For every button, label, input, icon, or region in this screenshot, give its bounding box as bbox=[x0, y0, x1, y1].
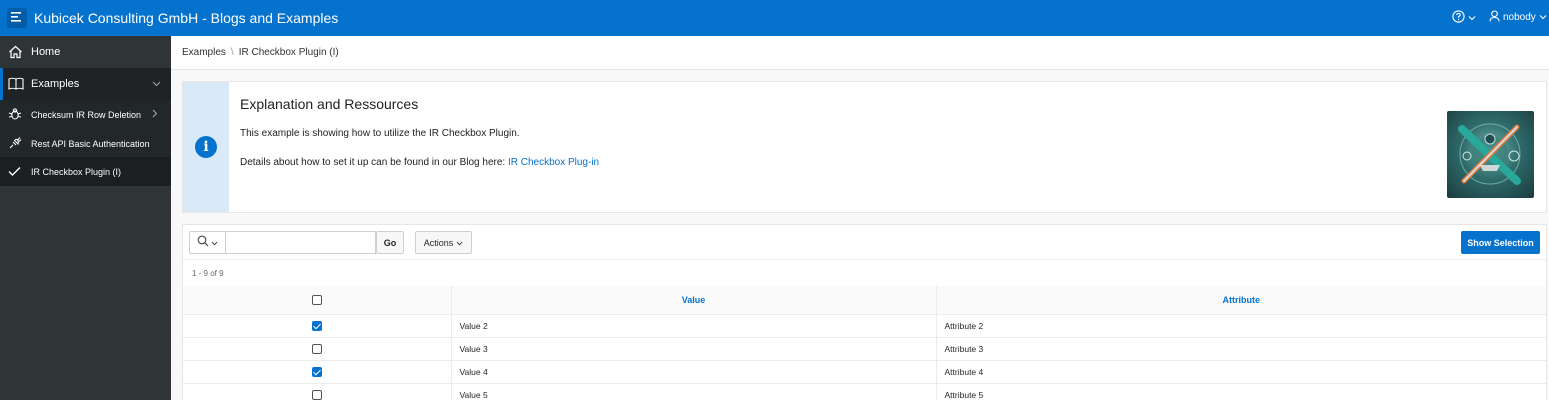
app-header: Kubicek Consulting GmbH - Blogs and Exam… bbox=[0, 0, 1549, 36]
row-select-cell bbox=[183, 383, 452, 400]
breadcrumb-current: IR Checkbox Plugin (I) bbox=[238, 47, 339, 58]
plugin-illustration-image bbox=[1447, 111, 1534, 198]
info-icon: i bbox=[195, 136, 217, 158]
search-field bbox=[189, 231, 403, 254]
actions-menu-button[interactable]: Actions bbox=[415, 231, 472, 254]
search-icon bbox=[197, 235, 209, 250]
region-blog-reference: Details about how to set it up can be fo… bbox=[240, 157, 599, 168]
sidebar-item-label: Rest API Basic Authentication bbox=[31, 138, 150, 149]
pagination-info: 1 - 9 of 9 bbox=[192, 269, 224, 278]
plug-icon bbox=[8, 137, 22, 150]
show-selection-button[interactable]: Show Selection bbox=[1461, 231, 1540, 254]
sidebar-item-label: Examples bbox=[31, 78, 80, 90]
home-icon bbox=[8, 45, 23, 59]
user-icon bbox=[1489, 10, 1500, 25]
report-toolbar: Go Actions Show Selection bbox=[183, 225, 1546, 260]
chevron-down-icon bbox=[211, 237, 218, 249]
value-cell: Value 2 bbox=[451, 314, 937, 338]
sidebar-item-label: Checksum IR Row Deletion bbox=[31, 109, 142, 120]
region-blog-text: Details about how to set it up can be fo… bbox=[240, 157, 508, 168]
search-input[interactable] bbox=[226, 231, 376, 254]
interactive-report: Go Actions Show Selection 1 - 9 of 9 Val… bbox=[182, 224, 1547, 400]
row-checkbox[interactable] bbox=[311, 389, 322, 400]
chevron-right-icon[interactable] bbox=[152, 109, 158, 120]
user-menu-button[interactable]: nobody bbox=[1489, 10, 1547, 25]
help-menu-button[interactable] bbox=[1452, 10, 1476, 26]
sidebar-item-label: Home bbox=[31, 46, 61, 58]
sidebar-item-rest-api-basic-authentication[interactable]: Rest API Basic Authentication bbox=[0, 129, 171, 158]
sidebar-nav: Home Examples Checksum IR Row Deletion R… bbox=[0, 36, 171, 400]
table-row: Value 3 Attribute 3 bbox=[183, 337, 1546, 361]
select-all-header bbox=[183, 286, 452, 315]
select-all-checkbox[interactable] bbox=[311, 295, 322, 306]
row-select-cell bbox=[183, 337, 452, 361]
chevron-down-icon bbox=[456, 238, 463, 248]
row-checkbox[interactable] bbox=[311, 343, 322, 354]
chevron-down-icon bbox=[1539, 12, 1547, 23]
chevron-down-icon bbox=[1468, 12, 1476, 24]
breadcrumb: Examples \ IR Checkbox Plugin (I) bbox=[171, 36, 1549, 70]
sidebar-item-checksum-ir-row-deletion[interactable]: Checksum IR Row Deletion bbox=[0, 100, 171, 129]
report-table: Value Attribute Value 2 Attribute 2 Valu… bbox=[183, 286, 1546, 400]
book-icon bbox=[8, 77, 24, 91]
table-row: Value 4 Attribute 4 bbox=[183, 360, 1546, 384]
menu-toggle-button[interactable] bbox=[7, 8, 27, 28]
breadcrumb-link-examples[interactable]: Examples bbox=[182, 47, 226, 58]
attribute-cell: Attribute 4 bbox=[936, 360, 1546, 384]
column-header-attribute[interactable]: Attribute bbox=[936, 286, 1546, 315]
region-description: This example is showing how to utilize t… bbox=[240, 128, 520, 139]
row-checkbox[interactable] bbox=[311, 366, 322, 377]
info-region: i Explanation and Ressources This exampl… bbox=[182, 81, 1547, 213]
help-icon bbox=[1452, 10, 1465, 26]
sidebar-item-home[interactable]: Home bbox=[0, 36, 171, 68]
chevron-down-icon[interactable] bbox=[152, 78, 161, 90]
value-cell: Value 3 bbox=[451, 337, 937, 361]
menu-icon bbox=[11, 11, 23, 25]
sidebar-item-examples[interactable]: Examples bbox=[0, 68, 171, 100]
table-row: Value 5 Attribute 5 bbox=[183, 383, 1546, 400]
sidebar-item-ir-checkbox-plugin[interactable]: IR Checkbox Plugin (I) bbox=[0, 157, 171, 186]
bug-icon bbox=[8, 108, 22, 121]
table-header-row: Value Attribute bbox=[183, 286, 1546, 315]
blog-link[interactable]: IR Checkbox Plug-in bbox=[508, 157, 599, 168]
region-title: Explanation and Ressources bbox=[240, 96, 419, 112]
attribute-cell: Attribute 3 bbox=[936, 337, 1546, 361]
search-column-menu-button[interactable] bbox=[189, 231, 226, 254]
go-button[interactable]: Go bbox=[376, 231, 404, 254]
value-cell: Value 5 bbox=[451, 383, 937, 400]
row-select-cell bbox=[183, 360, 452, 384]
row-checkbox[interactable] bbox=[311, 320, 322, 331]
check-icon bbox=[8, 166, 21, 177]
attribute-cell: Attribute 2 bbox=[936, 314, 1546, 338]
sidebar-item-label: IR Checkbox Plugin (I) bbox=[31, 166, 122, 177]
table-row: Value 2 Attribute 2 bbox=[183, 314, 1546, 338]
breadcrumb-separator: \ bbox=[230, 47, 234, 58]
actions-label: Actions bbox=[423, 237, 454, 248]
user-name: nobody bbox=[1503, 12, 1536, 23]
value-cell: Value 4 bbox=[451, 360, 937, 384]
app-title[interactable]: Kubicek Consulting GmbH - Blogs and Exam… bbox=[34, 10, 338, 26]
row-select-cell bbox=[183, 314, 452, 338]
attribute-cell: Attribute 5 bbox=[936, 383, 1546, 400]
info-region-icon-column: i bbox=[183, 82, 229, 212]
column-header-value[interactable]: Value bbox=[451, 286, 937, 315]
